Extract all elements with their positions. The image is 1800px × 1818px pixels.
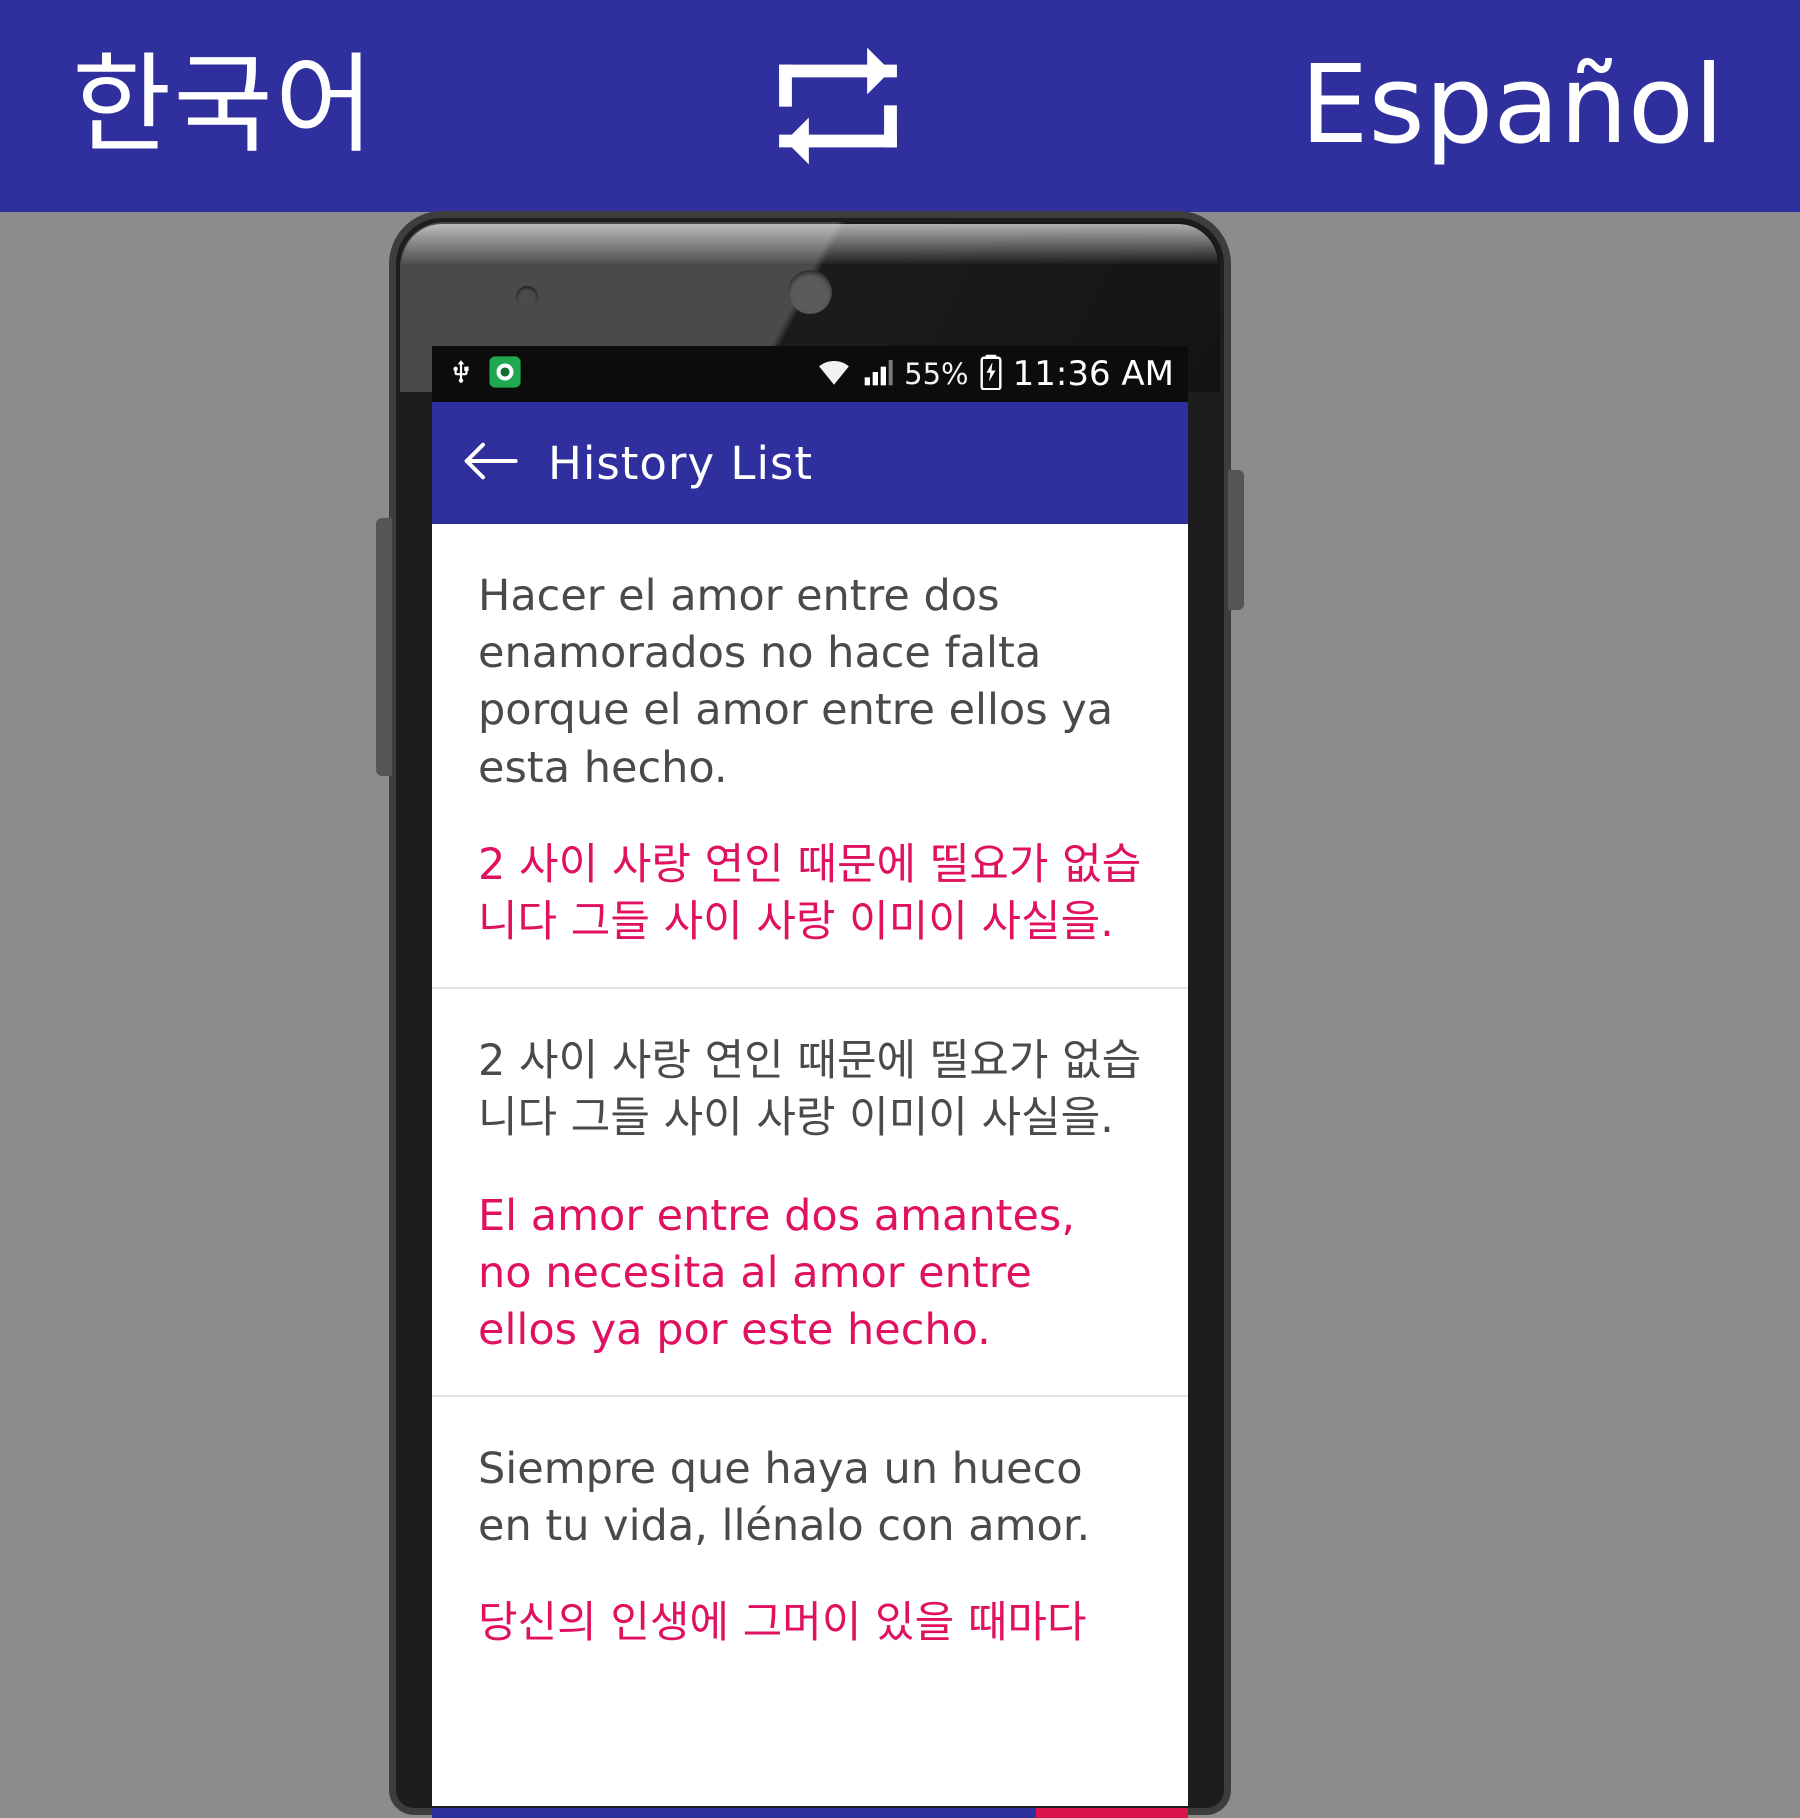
nav-strip-blue-segment <box>432 1808 1036 1818</box>
power-button[interactable] <box>1228 470 1244 610</box>
status-bar: 55% 11:36 AM <box>432 346 1188 402</box>
volume-rocker-button[interactable] <box>376 518 392 776</box>
nav-strip-red-segment <box>1036 1808 1188 1818</box>
status-bar-right-icons: 55% 11:36 AM <box>816 354 1174 394</box>
navigation-strip <box>432 1808 1188 1818</box>
usb-icon <box>448 355 474 393</box>
history-translation-text: El amor entre dos amantes, no necesita a… <box>478 1190 1076 1355</box>
list-item[interactable]: Siempre que haya un hueco en tu vida, ll… <box>432 1397 1188 1689</box>
front-camera-icon <box>516 286 538 308</box>
earpiece-speaker-icon <box>788 270 832 314</box>
history-source-text: 2 사이 사랑 연인 때문에 띨요가 없습니다 그들 사이 사랑 이미이 사실을… <box>478 1036 1142 1144</box>
list-item[interactable]: Hacer el amor entre dos enamorados no ha… <box>432 524 1188 990</box>
cellular-signal-icon <box>861 356 895 392</box>
target-language-label[interactable]: Español <box>1300 52 1724 160</box>
wifi-icon <box>816 355 852 393</box>
app-notification-icon <box>488 355 522 393</box>
back-arrow-icon[interactable] <box>462 440 518 486</box>
source-language-label[interactable]: 한국어 <box>72 52 376 160</box>
history-source-text: Siempre que haya un hueco en tu vida, ll… <box>478 1444 1091 1552</box>
history-translation-text: 당신의 인생에 그머이 있을 때마다 <box>478 1598 1087 1649</box>
list-item[interactable]: 2 사이 사랑 연인 때문에 띨요가 없습니다 그들 사이 사랑 이미이 사실을… <box>432 989 1188 1398</box>
history-translation-text: 2 사이 사랑 연인 때문에 띨요가 없습니다 그들 사이 사랑 이미이 사실을… <box>478 839 1142 947</box>
history-list[interactable]: Hacer el amor entre dos enamorados no ha… <box>432 524 1188 1806</box>
clock-label: 11:36 AM <box>1012 354 1174 394</box>
history-source-text: Hacer el amor entre dos enamorados no ha… <box>478 571 1114 793</box>
language-banner: 한국어 Español <box>0 0 1800 212</box>
status-bar-left-icons <box>448 355 522 393</box>
repeat-swap-icon[interactable] <box>768 36 908 176</box>
battery-percent-label: 55% <box>904 357 969 391</box>
phone-glass-reflection <box>402 224 1218 264</box>
phone-mockup: 55% 11:36 AM History List Hacer el amor … <box>376 218 1244 1818</box>
battery-charging-icon <box>978 354 1004 394</box>
app-bar: History List <box>432 402 1188 524</box>
phone-screen: 55% 11:36 AM History List Hacer el amor … <box>432 346 1188 1806</box>
page-title: History List <box>548 436 814 490</box>
